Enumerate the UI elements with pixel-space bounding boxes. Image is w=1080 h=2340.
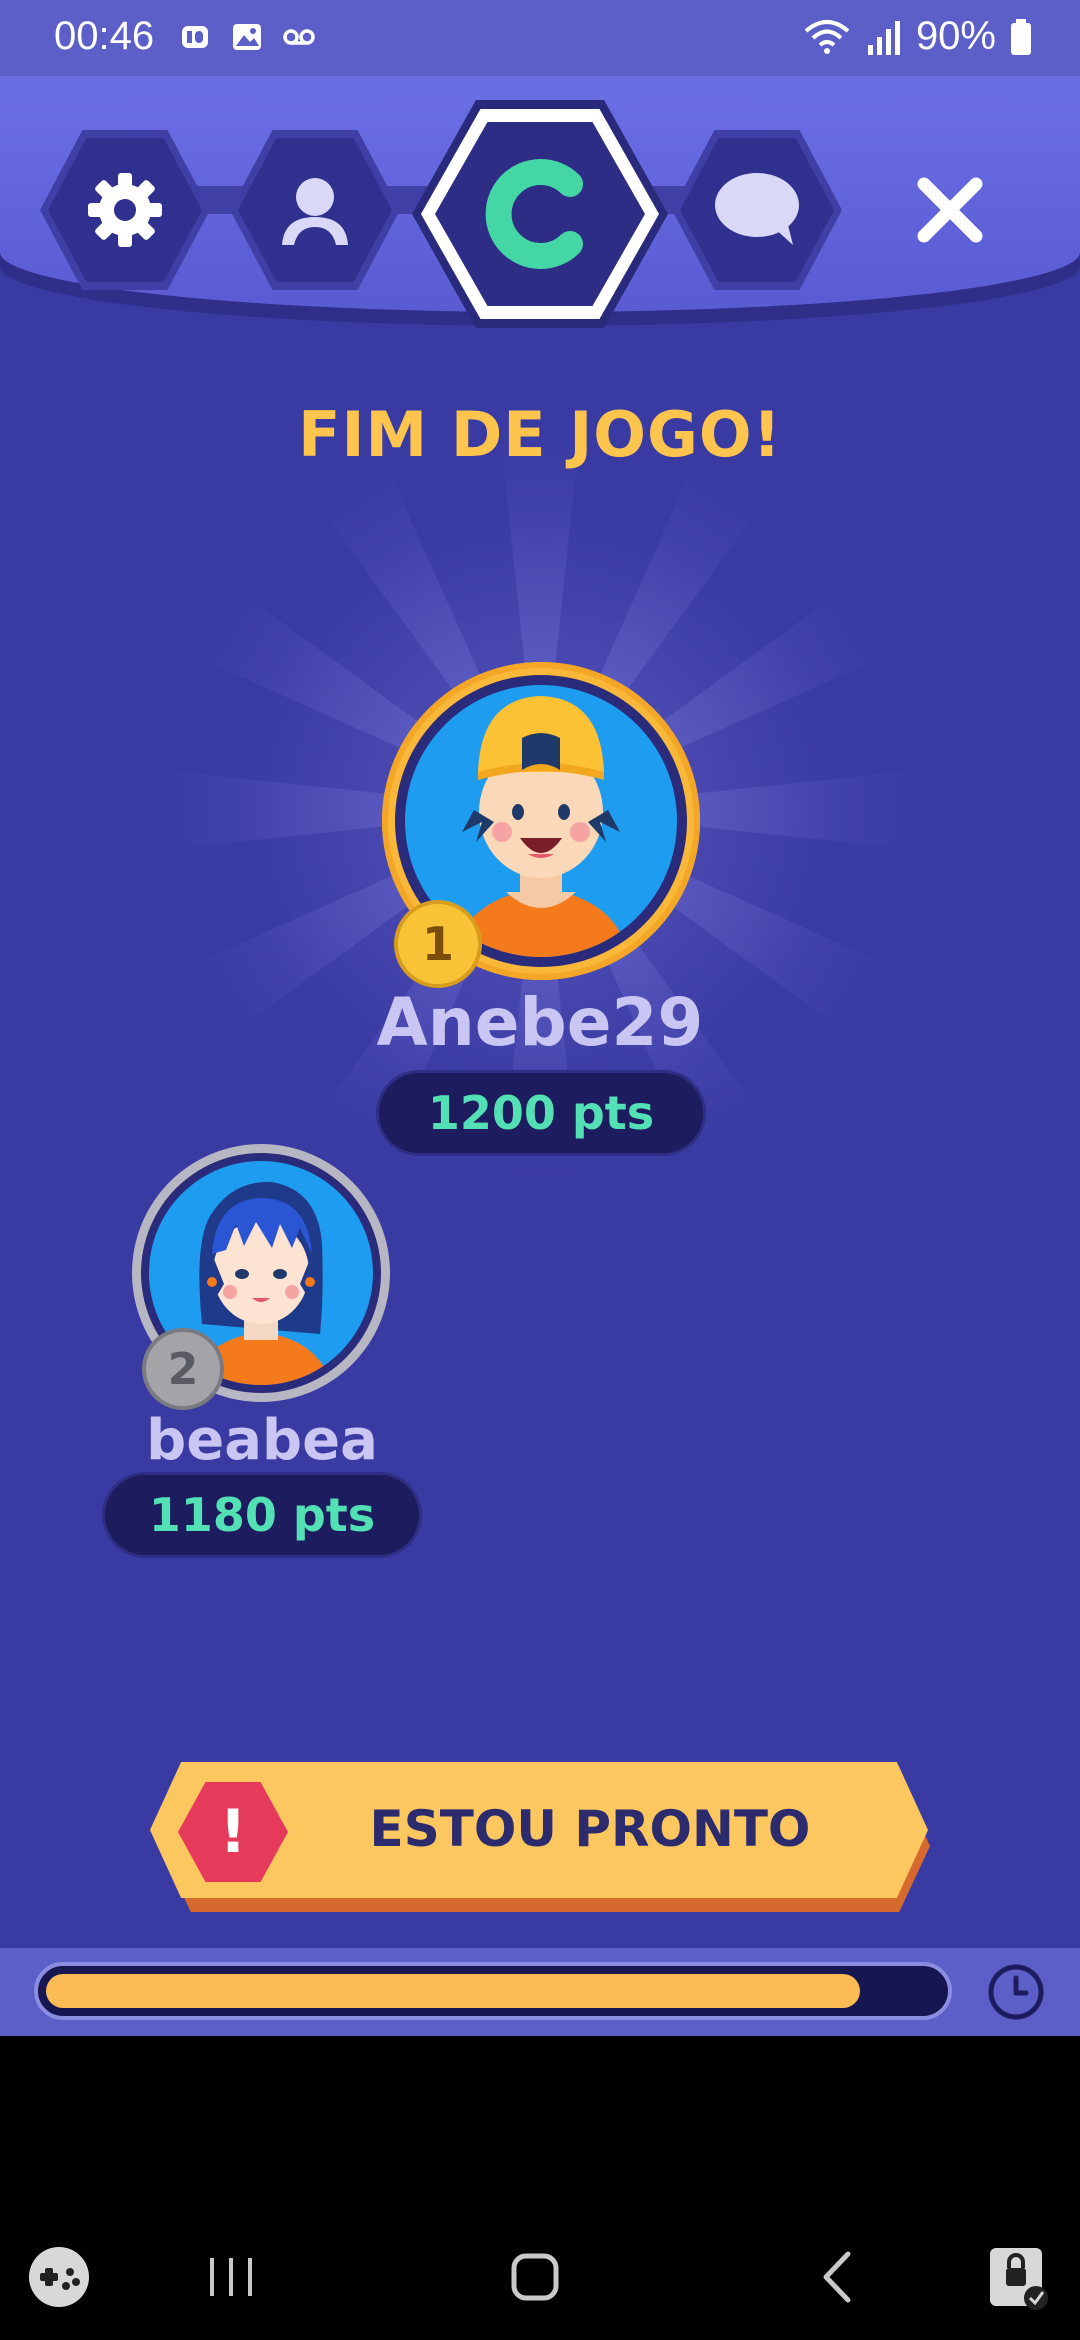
- gallery-icon: [233, 24, 261, 50]
- signal-icon: [867, 20, 900, 55]
- player-2-name: beabea: [146, 1408, 378, 1473]
- wifi-icon: [804, 19, 850, 54]
- recents-icon[interactable]: [196, 2242, 266, 2312]
- rank-badge-2: 2: [142, 1328, 224, 1410]
- clock-icon: [988, 1964, 1044, 2020]
- timer-area: [0, 1948, 1080, 2036]
- timer-progress-fill: [46, 1974, 860, 2008]
- back-icon[interactable]: [804, 2242, 874, 2312]
- status-bar: 00:46 90%: [0, 0, 1080, 76]
- screen-lock-icon[interactable]: [984, 2242, 1054, 2312]
- page-title: FIM DE JOGO!: [298, 398, 782, 471]
- close-icon[interactable]: [910, 170, 990, 250]
- ready-button-label: ESTOU PRONTO: [369, 1800, 811, 1858]
- voicemail-icon: [283, 29, 315, 45]
- system-nav-bar: [0, 2210, 1080, 2340]
- battery-percent: 90%: [915, 14, 996, 58]
- id-icon: [182, 26, 208, 48]
- timer-progress-bar: [34, 1962, 952, 2020]
- user-icon: [282, 178, 348, 245]
- player-2-score: 1180 pts: [102, 1472, 422, 1558]
- status-time: 00:46: [54, 14, 155, 58]
- game-screen: 00:46 90% FIM DE JOGO! 1 Anebe29 1200 pt…: [0, 0, 1080, 2036]
- ready-button[interactable]: ! ESTOU PRONTO: [150, 1762, 930, 1912]
- player-1-name: Anebe29: [376, 984, 704, 1061]
- gear-icon: [88, 173, 162, 247]
- rank-badge-1: 1: [394, 900, 482, 988]
- c-logo-icon: [485, 159, 583, 269]
- game-launcher-icon[interactable]: [24, 2242, 94, 2312]
- home-icon[interactable]: [500, 2242, 570, 2312]
- chat-icon: [715, 173, 799, 245]
- player-1-score: 1200 pts: [376, 1070, 706, 1156]
- battery-icon: [1011, 18, 1031, 55]
